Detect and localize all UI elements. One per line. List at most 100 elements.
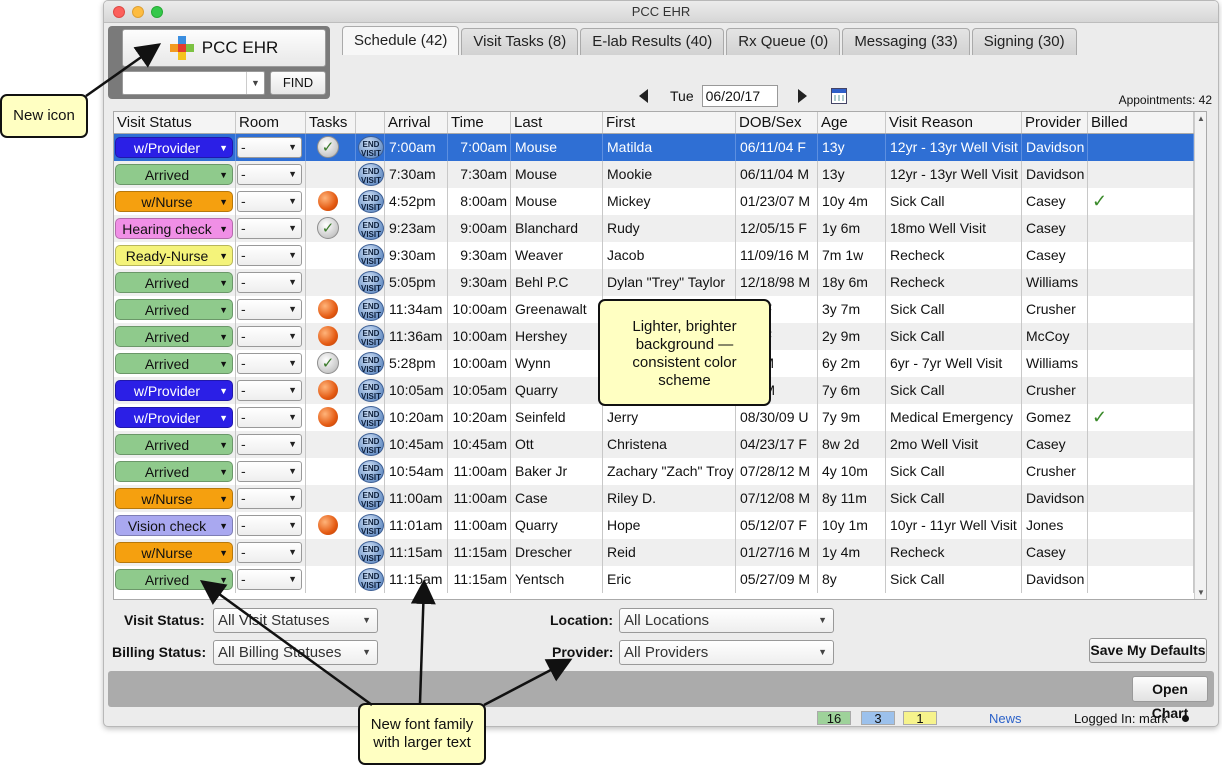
table-row[interactable]: Arrived ▼ - ▼ END VISIT 10:45am 10:45am Ott Chris… (114, 431, 1206, 458)
table-row[interactable]: w/Provider ▼ - ▼ END VISIT 10:20am 10:20am Seinf… (114, 404, 1206, 431)
end-visit-button[interactable]: END VISIT (358, 136, 384, 159)
completed-task-icon[interactable]: ✓ (317, 136, 339, 158)
visit-status-select[interactable]: w/Provider ▼ (115, 407, 233, 428)
end-visit-button[interactable]: END VISIT (358, 406, 384, 429)
visit-status-select[interactable]: Arrived ▼ (115, 299, 233, 320)
room-select[interactable]: - ▼ (237, 191, 302, 212)
column-header[interactable]: Visit Status (114, 112, 236, 133)
previous-day-icon[interactable] (639, 89, 648, 103)
end-visit-button[interactable]: END VISIT (358, 271, 384, 294)
column-header[interactable] (356, 112, 385, 133)
end-visit-button[interactable]: END VISIT (358, 163, 384, 186)
chevron-down-icon[interactable]: ▼ (246, 72, 264, 94)
end-visit-button[interactable]: END VISIT (358, 298, 384, 321)
room-select[interactable]: - ▼ (237, 461, 302, 482)
end-visit-button[interactable]: END VISIT (358, 460, 384, 483)
tab-5[interactable]: Signing (30) (971, 28, 1077, 55)
visit-status-select[interactable]: w/Nurse ▼ (115, 191, 233, 212)
table-row[interactable]: w/Provider ▼ - ▼ ✓ END VISIT 7:00am 7:00am Mouse M… (114, 134, 1206, 161)
tab-2[interactable]: E-lab Results (40) (580, 28, 725, 55)
table-row[interactable]: Arrived ▼ - ▼ END VISIT 5:05pm 9:30am Behl P.C Dy… (114, 269, 1206, 296)
scroll-up-icon[interactable]: ▲ (1197, 114, 1205, 123)
pending-task-icon[interactable] (318, 380, 338, 400)
room-select[interactable]: - ▼ (237, 515, 302, 536)
end-visit-button[interactable]: END VISIT (358, 541, 384, 564)
save-defaults-button[interactable]: Save My Defaults (1089, 638, 1207, 663)
column-header[interactable]: Last (511, 112, 603, 133)
room-select[interactable]: - ▼ (237, 488, 302, 509)
column-header[interactable]: First (603, 112, 736, 133)
table-row[interactable]: Vision check ▼ - ▼ END VISIT 11:01am 11:00am Qua… (114, 512, 1206, 539)
column-header[interactable]: Time (448, 112, 511, 133)
room-select[interactable]: - ▼ (237, 569, 302, 590)
column-header[interactable]: Arrival (385, 112, 448, 133)
room-select[interactable]: - ▼ (237, 137, 302, 158)
news-link[interactable]: News (989, 711, 1022, 726)
visit-status-select[interactable]: Arrived ▼ (115, 434, 233, 455)
pending-task-icon[interactable] (318, 515, 338, 535)
visit-status-select[interactable]: w/Nurse ▼ (115, 542, 233, 563)
pending-task-icon[interactable] (318, 326, 338, 346)
visit-status-filter[interactable]: All Visit Statuses ▼ (213, 608, 378, 633)
visit-status-select[interactable]: Vision check ▼ (115, 515, 233, 536)
end-visit-button[interactable]: END VISIT (358, 190, 384, 213)
completed-task-icon[interactable]: ✓ (317, 352, 339, 374)
completed-task-icon[interactable]: ✓ (317, 217, 339, 239)
visit-status-select[interactable]: Hearing check ▼ (115, 218, 233, 239)
room-select[interactable]: - ▼ (237, 380, 302, 401)
table-row[interactable]: Arrived ▼ - ▼ END VISIT 11:15am 11:15am Yentsch E… (114, 566, 1206, 593)
close-window-button[interactable] (113, 6, 125, 18)
table-row[interactable]: Hearing check ▼ - ▼ ✓ END VISIT 9:23am 9:00am Bla… (114, 215, 1206, 242)
tab-4[interactable]: Messaging (33) (842, 28, 970, 55)
visit-status-select[interactable]: Arrived ▼ (115, 569, 233, 590)
visit-status-select[interactable]: Arrived ▼ (115, 164, 233, 185)
table-row[interactable]: Arrived ▼ - ▼ END VISIT 7:30am 7:30am Mouse Mooki… (114, 161, 1206, 188)
room-select[interactable]: - ▼ (237, 164, 302, 185)
count-badge-green[interactable]: 16 (817, 711, 851, 726)
table-row[interactable]: Arrived ▼ - ▼ END VISIT 10:54am 11:00am Baker Jr… (114, 458, 1206, 485)
column-header[interactable]: Provider (1022, 112, 1088, 133)
end-visit-button[interactable]: END VISIT (358, 325, 384, 348)
end-visit-button[interactable]: END VISIT (358, 514, 384, 537)
tab-3[interactable]: Rx Queue (0) (726, 28, 841, 55)
column-header[interactable]: Tasks (306, 112, 356, 133)
room-select[interactable]: - ▼ (237, 326, 302, 347)
end-visit-button[interactable]: END VISIT (358, 433, 384, 456)
table-row[interactable]: w/Nurse ▼ - ▼ END VISIT 11:00am 11:00am Case Rile… (114, 485, 1206, 512)
next-day-icon[interactable] (797, 89, 807, 103)
table-row[interactable]: w/Nurse ▼ - ▼ END VISIT 11:15am 11:15am Drescher… (114, 539, 1206, 566)
pending-task-icon[interactable] (318, 407, 338, 427)
table-row[interactable]: Ready-Nurse ▼ - ▼ END VISIT 9:30am 9:30am Weaver… (114, 242, 1206, 269)
room-select[interactable]: - ▼ (237, 542, 302, 563)
count-badge-yellow[interactable]: 1 (903, 711, 937, 726)
table-row[interactable]: w/Nurse ▼ - ▼ END VISIT 4:52pm 8:00am Mouse Micke… (114, 188, 1206, 215)
visit-status-select[interactable]: w/Provider ▼ (115, 380, 233, 401)
end-visit-button[interactable]: END VISIT (358, 487, 384, 510)
end-visit-button[interactable]: END VISIT (358, 217, 384, 240)
room-select[interactable]: - ▼ (237, 299, 302, 320)
end-visit-button[interactable]: END VISIT (358, 379, 384, 402)
vertical-scrollbar[interactable]: ▲ ▼ (1194, 112, 1206, 599)
room-select[interactable]: - ▼ (237, 353, 302, 374)
find-button[interactable]: FIND (270, 71, 326, 95)
logo-button[interactable]: PCC EHR (122, 29, 326, 67)
patient-search-input[interactable]: ▼ (122, 71, 265, 95)
pending-task-icon[interactable] (318, 299, 338, 319)
date-field[interactable]: 06/20/17 (701, 85, 778, 107)
room-select[interactable]: - ▼ (237, 245, 302, 266)
room-select[interactable]: - ▼ (237, 272, 302, 293)
visit-status-select[interactable]: w/Provider ▼ (115, 137, 233, 158)
tab-1[interactable]: Visit Tasks (8) (461, 28, 579, 55)
maximize-window-button[interactable] (151, 6, 163, 18)
room-select[interactable]: - ▼ (237, 407, 302, 428)
billing-status-filter[interactable]: All Billing Statuses ▼ (213, 640, 378, 665)
location-filter[interactable]: All Locations ▼ (619, 608, 834, 633)
visit-status-select[interactable]: Arrived ▼ (115, 461, 233, 482)
minimize-window-button[interactable] (132, 6, 144, 18)
end-visit-button[interactable]: END VISIT (358, 352, 384, 375)
provider-filter[interactable]: All Providers ▼ (619, 640, 834, 665)
visit-status-select[interactable]: Arrived ▼ (115, 272, 233, 293)
calendar-icon[interactable] (830, 88, 847, 104)
room-select[interactable]: - ▼ (237, 218, 302, 239)
end-visit-button[interactable]: END VISIT (358, 244, 384, 267)
